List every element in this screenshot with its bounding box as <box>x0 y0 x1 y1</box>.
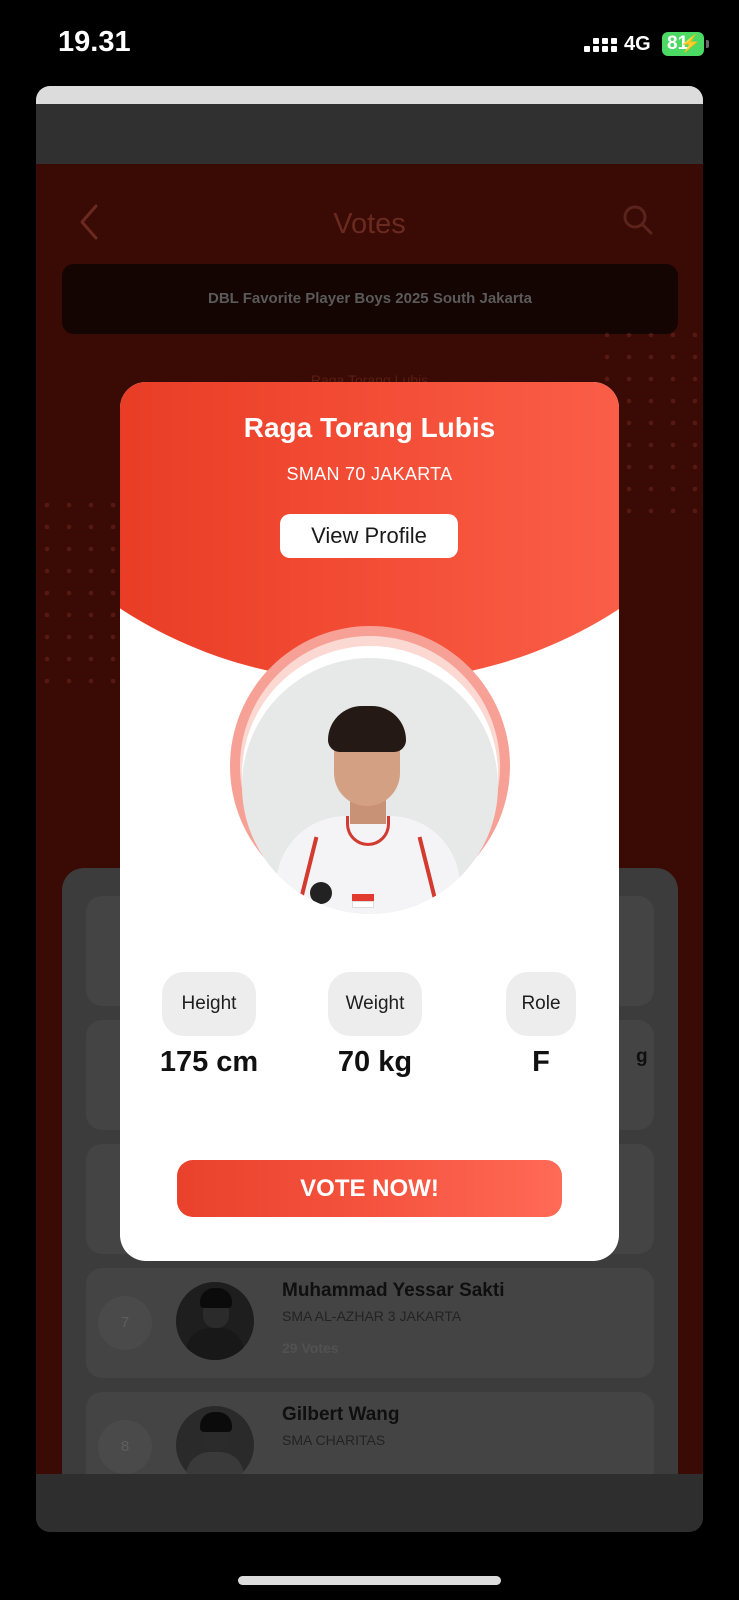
list-item[interactable]: 8 Gilbert Wang SMA CHARITAS <box>86 1392 654 1474</box>
sheet-bottom-bar <box>36 1474 703 1532</box>
view-profile-button[interactable]: View Profile <box>280 514 458 558</box>
player-school: SMAN 70 JAKARTA <box>286 464 453 484</box>
player-photo <box>242 658 498 914</box>
role-label: Role <box>506 972 576 1036</box>
signal-icon <box>584 36 617 56</box>
home-indicator[interactable] <box>238 1576 501 1585</box>
avatar <box>176 1282 254 1360</box>
event-selector[interactable]: DBL Favorite Player Boys 2025 South Jaka… <box>62 264 678 334</box>
rank-badge: 7 <box>98 1296 152 1350</box>
battery-icon: 81 ⚡ <box>662 32 709 56</box>
player-school: SMA CHARITAS <box>282 1432 386 1448</box>
charging-icon: ⚡ <box>679 34 701 53</box>
height-value: 175 cm <box>159 1046 259 1078</box>
weight-label: Weight <box>328 972 422 1036</box>
status-bar: 19.31 4G 81 ⚡ <box>0 0 739 86</box>
role-value: F <box>532 1046 550 1078</box>
network-type: 4G <box>624 33 651 55</box>
player-name: Muhammad Yessar Sakti <box>282 1280 505 1301</box>
rank-badge: 8 <box>98 1420 152 1474</box>
sheet-toolbar <box>36 104 703 164</box>
player-name: Gilbert Wang <box>282 1404 400 1425</box>
player-name: Raga Torang Lubis <box>243 412 496 443</box>
status-time: 19.31 <box>58 26 131 58</box>
partial-name-text: g <box>636 1046 648 1067</box>
list-item[interactable]: 7 Muhammad Yessar Sakti SMA AL-AZHAR 3 J… <box>86 1268 654 1378</box>
vote-now-button[interactable]: VOTE NOW! <box>177 1160 562 1217</box>
height-label: Height <box>162 972 256 1036</box>
search-icon[interactable] <box>622 204 654 236</box>
sheet-handle-bar <box>36 86 703 104</box>
player-modal: Raga Torang Lubis SMAN 70 JAKARTA View P… <box>120 382 619 1261</box>
vote-count: 29 Votes <box>282 1340 339 1356</box>
weight-value: 70 kg <box>337 1046 413 1078</box>
page-title: Votes <box>333 208 406 240</box>
avatar <box>176 1406 254 1474</box>
player-school: SMA AL-AZHAR 3 JAKARTA <box>282 1308 462 1324</box>
